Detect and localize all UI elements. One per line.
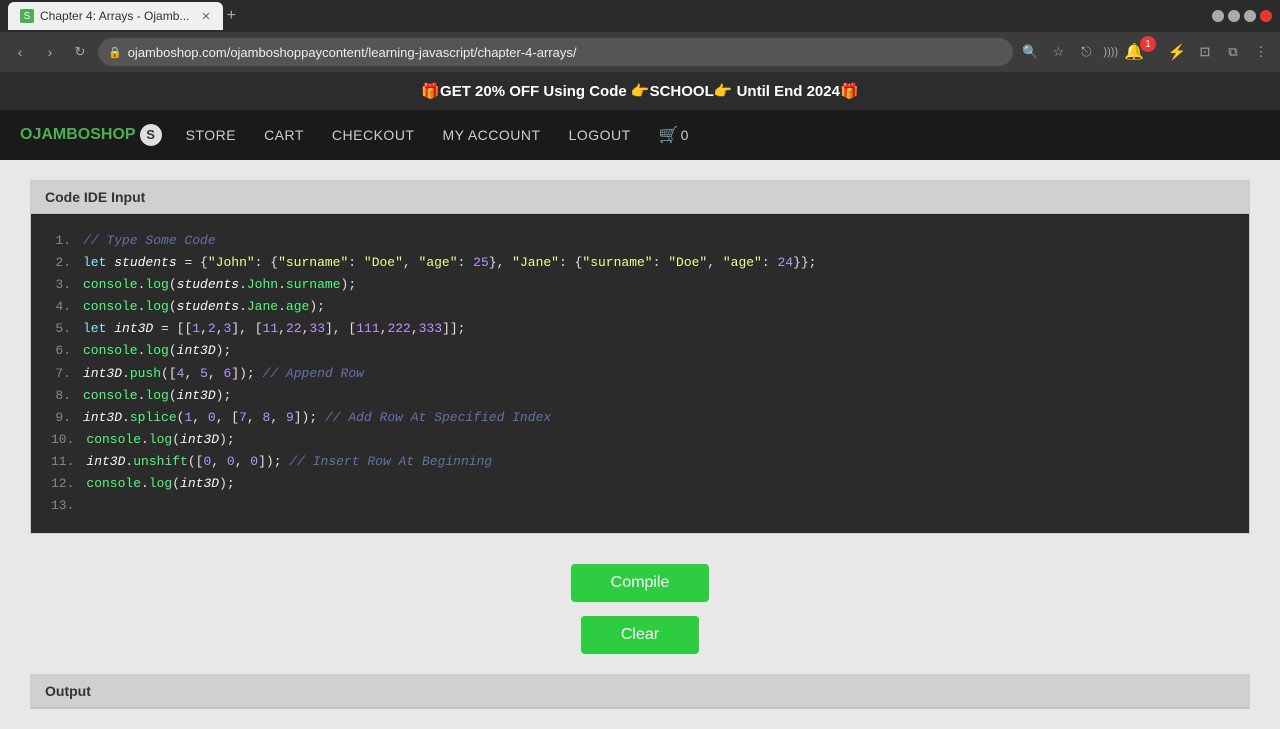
reader-view-button[interactable]: ⊡ (1194, 41, 1216, 63)
nav-logout[interactable]: LOGOUT (555, 110, 645, 160)
browser-toolbar: ‹ › ↻ 🔒 ojamboshop.com/ojamboshoppaycont… (0, 32, 1280, 72)
tab-title: Chapter 4: Arrays - Ojamb... (40, 9, 189, 23)
logo-icon: S (140, 124, 162, 146)
code-line-3: 3. console.log(students.John.surname); (51, 274, 1229, 296)
output-header: Output (31, 675, 1249, 708)
compile-button[interactable]: Compile (571, 564, 710, 602)
code-editor[interactable]: 1. // Type Some Code 2. let students = {… (31, 214, 1249, 533)
code-line-7: 7. int3D.push([4, 5, 6]); // Append Row (51, 363, 1229, 385)
code-line-10: 10. console.log(int3D); (51, 429, 1229, 451)
navigation: OJAMBOSHOP S STORE CART CHECKOUT MY ACCO… (0, 110, 1280, 160)
code-line-6: 6. console.log(int3D); (51, 340, 1229, 362)
active-tab[interactable]: S Chapter 4: Arrays - Ojamb... ✕ (8, 2, 223, 30)
cart-count: 0 (681, 127, 689, 143)
url-text: ojamboshop.com/ojamboshoppaycontent/lear… (128, 45, 577, 60)
code-line-9: 9. int3D.splice(1, 0, [7, 8, 9]); // Add… (51, 407, 1229, 429)
settings-button[interactable]: ⋮ (1250, 41, 1272, 63)
nav-checkout[interactable]: CHECKOUT (318, 110, 429, 160)
close-button[interactable] (1260, 10, 1272, 22)
browser-action-buttons: 🔍 ☆ ⎋ )))) 🔔 1 ⚡ ⊡ ⧉ ⋮ (1019, 41, 1272, 63)
cart-icon: 🛒 (659, 125, 679, 145)
output-container: Output (30, 674, 1250, 709)
code-line-1: 1. // Type Some Code (51, 230, 1229, 252)
new-tab-button[interactable]: + (227, 7, 236, 25)
logo-link[interactable]: OJAMBOSHOP S (20, 124, 162, 146)
bookmark-button[interactable]: ☆ (1047, 41, 1069, 63)
extensions-button[interactable]: ⚡ (1166, 41, 1188, 63)
restore-button[interactable] (1244, 10, 1256, 22)
promo-text: 🎁GET 20% OFF Using Code 👉SCHOOL👉 Until E… (421, 83, 858, 100)
secure-icon: 🔒 (108, 46, 122, 59)
code-line-13: 13. (51, 495, 1229, 517)
notification-count: 1 (1140, 36, 1156, 52)
rss-icon: )))) (1103, 46, 1118, 58)
nav-cart[interactable]: CART (250, 110, 318, 160)
cart-widget[interactable]: 🛒 0 (645, 125, 703, 145)
notification-area: 🔔 1 (1124, 42, 1160, 62)
tab-favicon: S (20, 9, 34, 23)
code-ide-container: Code IDE Input 1. // Type Some Code 2. l… (30, 180, 1250, 534)
code-line-11: 11. int3D.unshift([0, 0, 0]); // Insert … (51, 451, 1229, 473)
code-line-12: 12. console.log(int3D); (51, 473, 1229, 495)
code-line-5: 5. let int3D = [[1,2,3], [11,22,33], [11… (51, 318, 1229, 340)
website-content: 🎁GET 20% OFF Using Code 👉SCHOOL👉 Until E… (0, 72, 1280, 729)
code-line-2: 2. let students = {"John": {"surname": "… (51, 252, 1229, 274)
clear-button[interactable]: Clear (581, 616, 699, 654)
code-line-4: 4. console.log(students.Jane.age); (51, 296, 1229, 318)
pip-button[interactable]: ⧉ (1222, 41, 1244, 63)
nav-store[interactable]: STORE (172, 110, 250, 160)
maximize-button[interactable] (1228, 10, 1240, 22)
forward-button[interactable]: › (38, 40, 62, 64)
nav-my-account[interactable]: MY ACCOUNT (428, 110, 554, 160)
main-content: Code IDE Input 1. // Type Some Code 2. l… (0, 160, 1280, 729)
code-line-8: 8. console.log(int3D); (51, 385, 1229, 407)
tab-bar: S Chapter 4: Arrays - Ojamb... ✕ + (0, 0, 1280, 32)
code-ide-header: Code IDE Input (31, 181, 1249, 214)
promo-banner: 🎁GET 20% OFF Using Code 👉SCHOOL👉 Until E… (0, 72, 1280, 110)
browser-window: S Chapter 4: Arrays - Ojamb... ✕ + ‹ › ↻… (0, 0, 1280, 729)
logo-text: OJAMBOSHOP (20, 126, 136, 144)
action-buttons: Compile Clear (30, 554, 1250, 674)
tab-close-button[interactable]: ✕ (201, 10, 210, 23)
share-button[interactable]: ⎋ (1075, 41, 1097, 63)
search-button[interactable]: 🔍 (1019, 41, 1041, 63)
window-controls (1212, 10, 1272, 22)
minimize-button[interactable] (1212, 10, 1224, 22)
reload-button[interactable]: ↻ (68, 40, 92, 64)
address-bar[interactable]: 🔒 ojamboshop.com/ojamboshoppaycontent/le… (98, 38, 1013, 66)
back-button[interactable]: ‹ (8, 40, 32, 64)
